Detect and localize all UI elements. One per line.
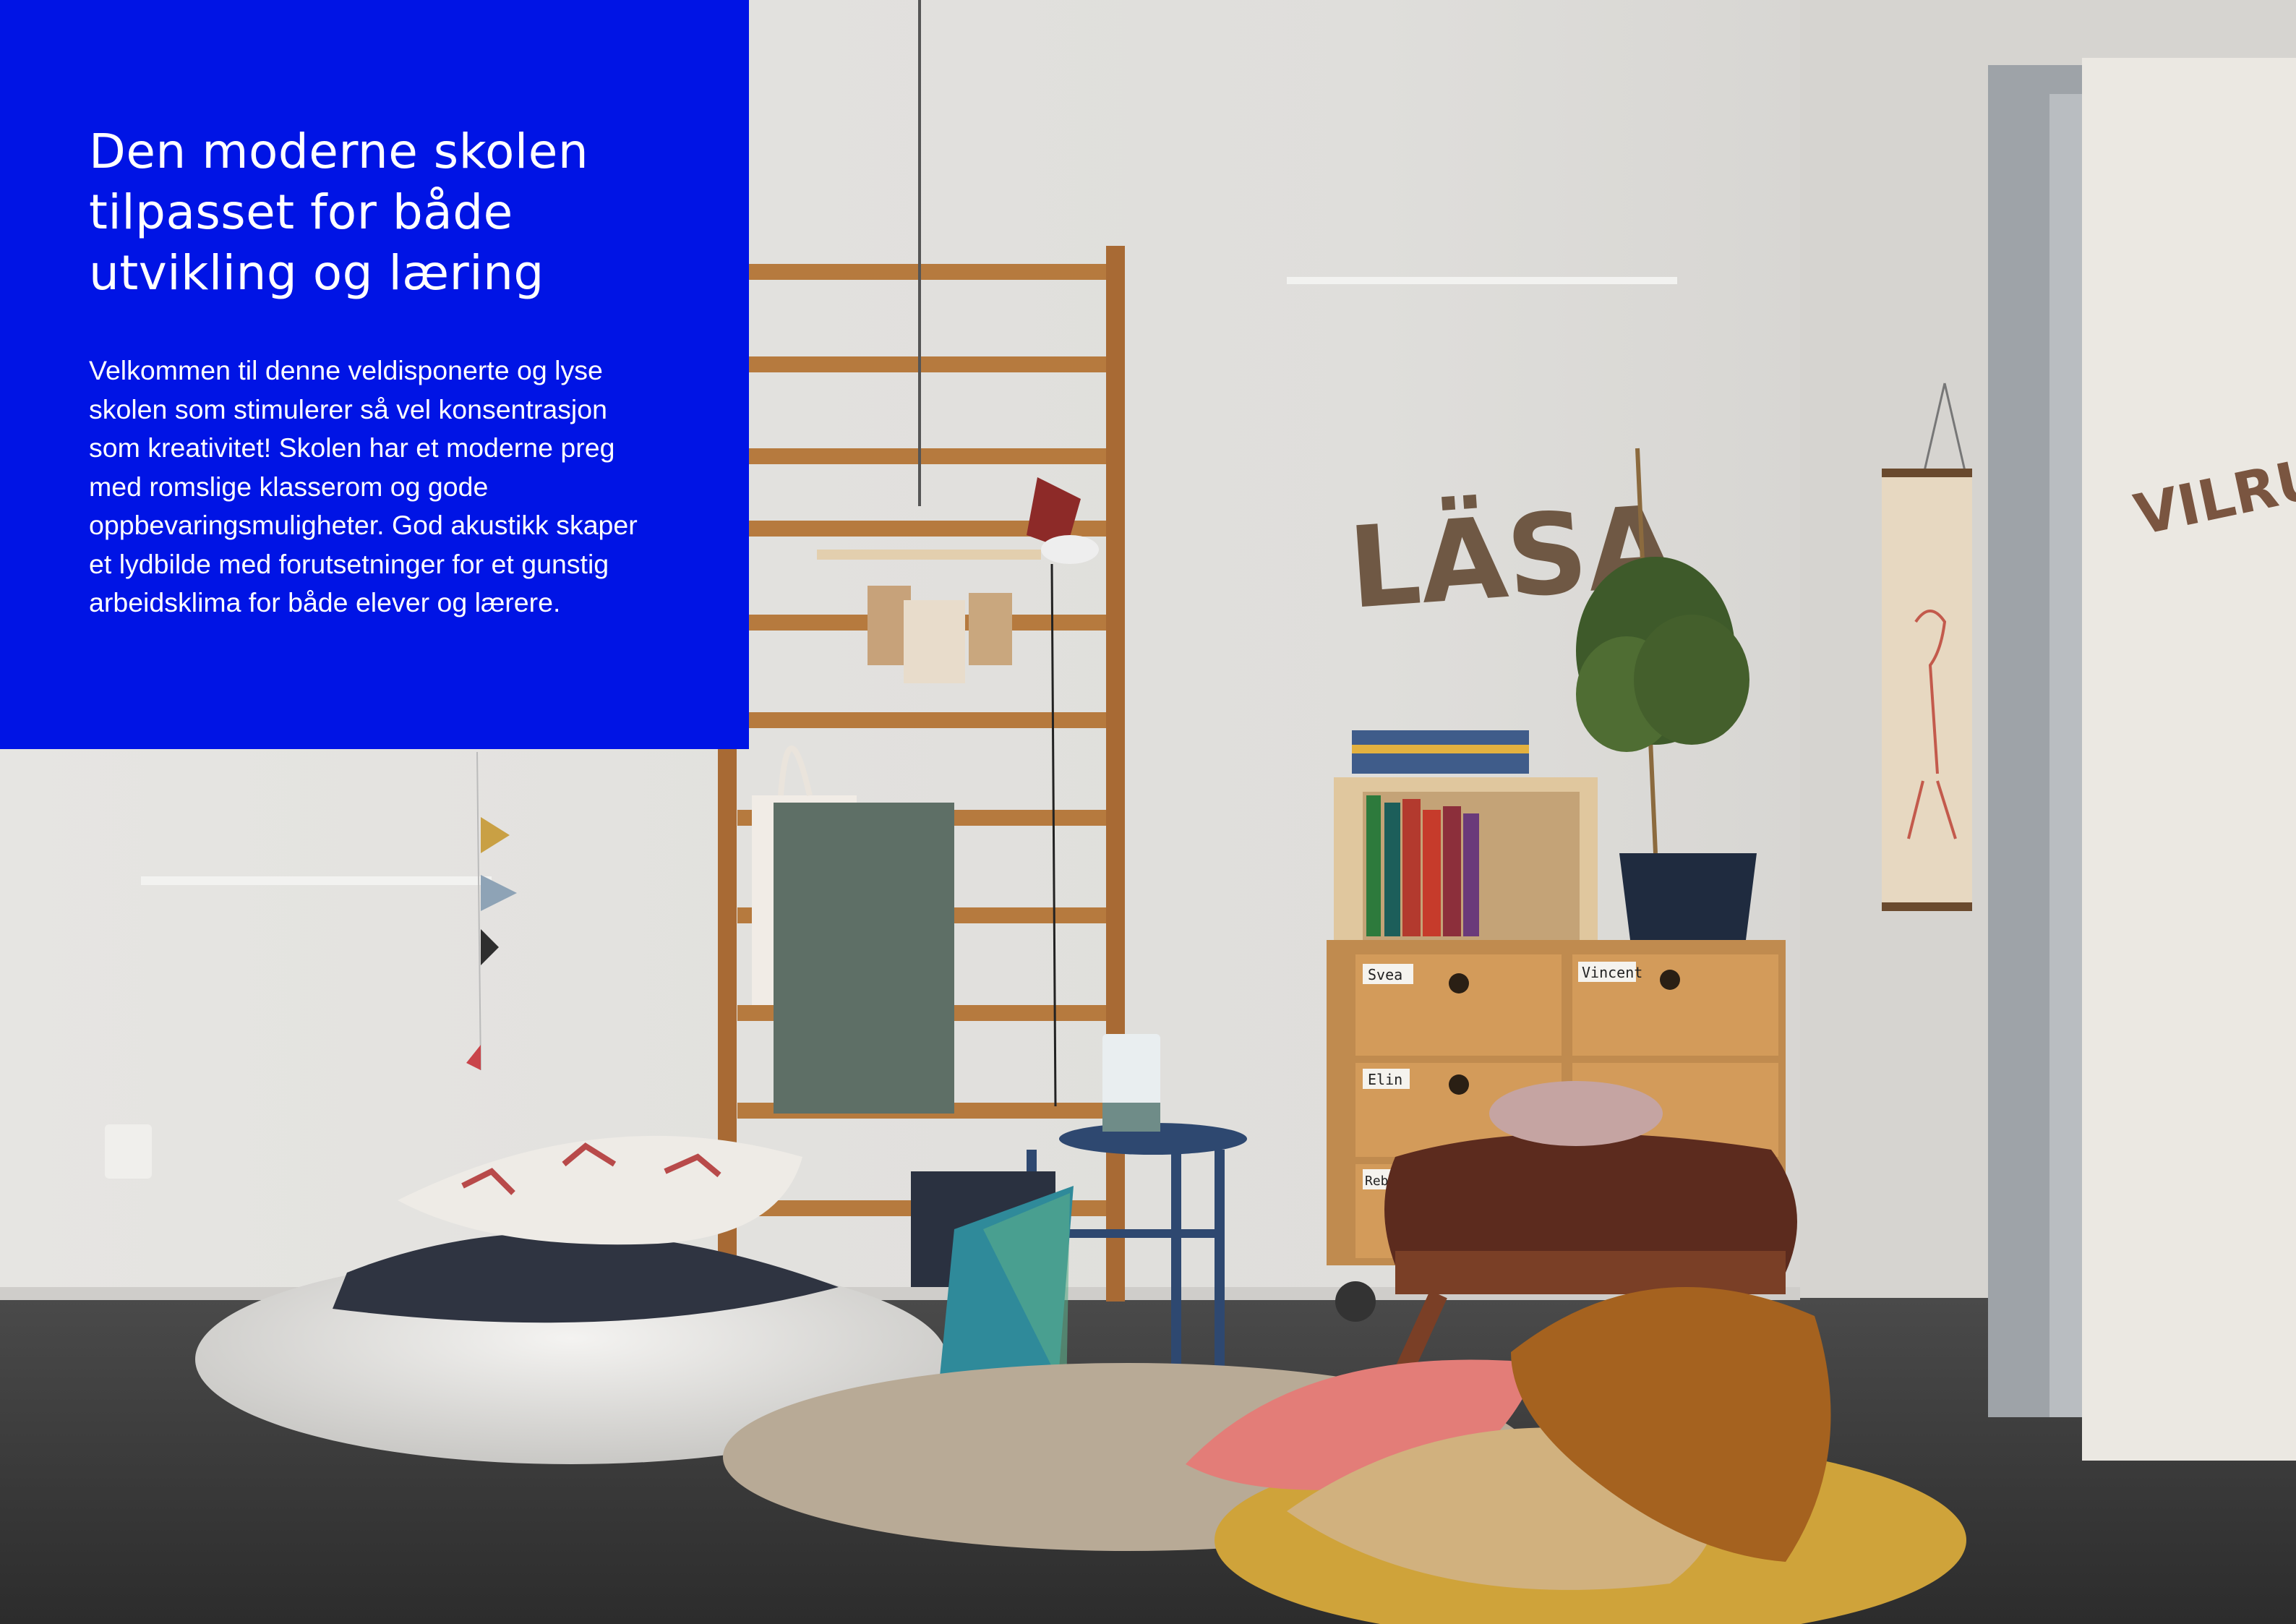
- drawer-label: Vincent: [1582, 964, 1642, 981]
- page-title: Den moderne skolen tilpasset for både ut…: [89, 124, 589, 301]
- power-outlet: [105, 1124, 152, 1179]
- intro-text: Velkommen til denne veldisponerte og lys…: [89, 355, 638, 617]
- lantern: [1102, 1034, 1160, 1132]
- tote-and-blanket: [752, 745, 954, 1114]
- intro-panel: Den moderne skolen tilpasset for både ut…: [0, 0, 749, 749]
- drawer-label: Elin: [1368, 1071, 1402, 1088]
- drawer-label: Svea: [1368, 966, 1402, 983]
- door-frame: [1988, 58, 2296, 1461]
